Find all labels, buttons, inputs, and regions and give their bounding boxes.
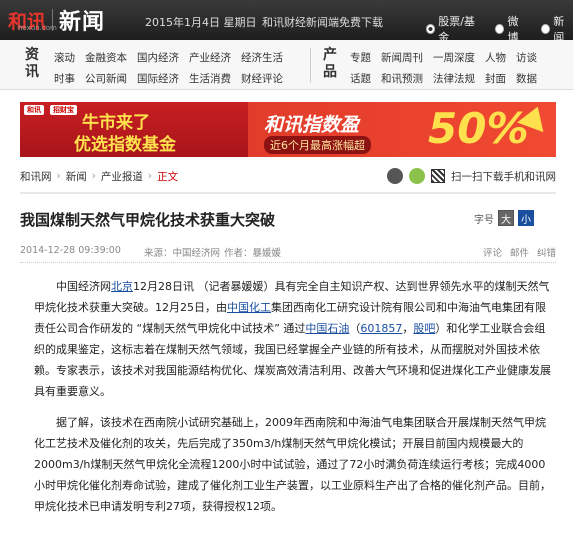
article-title: 我国煤制天然气甲烷化技术获重大突破 bbox=[20, 211, 276, 229]
nav-item[interactable]: 人物 bbox=[485, 50, 506, 65]
keyword-link[interactable]: 中国化工 bbox=[227, 301, 271, 314]
breadcrumb: 和讯网 › 新闻 › 产业报道 › 正文 扫一扫下载手机和讯网 bbox=[20, 168, 556, 184]
nav-item[interactable]: 财经评论 bbox=[241, 71, 283, 86]
source-name[interactable]: 中国经济网 bbox=[173, 248, 221, 259]
nav-item[interactable]: 法律法规 bbox=[433, 71, 475, 86]
author-name: 暴媛媛 bbox=[252, 248, 282, 259]
stock-forum-link[interactable]: 股吧 bbox=[413, 322, 435, 335]
article-actions: 评论 邮件 纠错 bbox=[483, 245, 556, 259]
nav-item[interactable]: 新闻周刊 bbox=[381, 50, 423, 65]
nav-item[interactable]: 话题 bbox=[350, 71, 371, 86]
breadcrumb-item[interactable]: 和讯网 bbox=[20, 169, 52, 184]
nav-item[interactable]: 访谈 bbox=[516, 50, 537, 65]
radio-selected-icon bbox=[426, 24, 436, 34]
nav-item[interactable]: 滚动 bbox=[54, 50, 75, 65]
nav-label-products: 产品 bbox=[323, 47, 337, 80]
keyword-link[interactable]: 北京 bbox=[111, 280, 133, 293]
ad-logo: 和讯 bbox=[24, 105, 44, 115]
mobile-download-label[interactable]: 扫一扫下载手机和讯网 bbox=[451, 169, 556, 184]
ad-title: 和讯指数盈 bbox=[264, 114, 360, 136]
brand-domain: hexun.com bbox=[18, 24, 57, 32]
mobile-app-promo[interactable]: 扫一扫下载手机和讯网 bbox=[387, 168, 556, 184]
qr-code-icon bbox=[431, 169, 445, 183]
report-error-link[interactable]: 纠错 bbox=[537, 245, 556, 259]
nav-item[interactable]: 一周深度 bbox=[433, 50, 475, 65]
channel-nav: 资讯 滚动 金融资本 国内经济 产业经济 经济生活 时事 公司新闻 国际经济 生… bbox=[0, 40, 573, 90]
nav-divider bbox=[310, 48, 311, 82]
stock-code-link[interactable]: 601857 bbox=[360, 322, 402, 335]
radio-icon bbox=[541, 24, 551, 34]
font-size-control: 字号 大 小 bbox=[474, 210, 534, 226]
radio-icon bbox=[495, 24, 505, 34]
article-paragraph: 据了解，该技术在西南院小试研究基础上，2009年西南院和中海油气电集团联合开展煤… bbox=[34, 416, 551, 513]
android-icon[interactable] bbox=[409, 168, 425, 184]
ad-headline-2: 优选指数基金 bbox=[74, 135, 176, 155]
section-name: 新闻 bbox=[59, 9, 106, 35]
nav-item[interactable]: 产业经济 bbox=[189, 50, 231, 65]
current-date: 2015年1月4日 星期日 bbox=[145, 16, 257, 29]
author-label: 作者： bbox=[224, 248, 253, 259]
nav-item[interactable]: 时事 bbox=[54, 71, 75, 86]
article-paragraph: 中国经济网北京12月28日讯 （记者暴媛媛）具有完全自主知识产权、达到世界领先水… bbox=[34, 280, 551, 398]
top-bar: 和讯 新闻 hexun.com 2015年1月4日 星期日 和讯财经新闻端免费下… bbox=[0, 0, 573, 44]
ad-logo: 招财宝 bbox=[50, 105, 77, 115]
breadcrumb-item[interactable]: 新闻 bbox=[66, 169, 87, 184]
apple-icon[interactable] bbox=[387, 168, 403, 184]
author-line: 作者：暴媛媛 bbox=[224, 245, 281, 259]
divider bbox=[20, 192, 556, 194]
font-large-button[interactable]: 大 bbox=[498, 210, 514, 226]
ad-banner[interactable]: 和讯 招财宝 牛市来了 优选指数基金 和讯指数盈 近6个月最高涨幅超 50% bbox=[20, 102, 556, 157]
breadcrumb-item[interactable]: 产业报道 bbox=[101, 169, 143, 184]
font-small-button[interactable]: 小 bbox=[518, 210, 534, 226]
source-label: 来源： bbox=[144, 248, 173, 259]
ad-percent: 50% bbox=[428, 104, 529, 153]
nav-item[interactable]: 国际经济 bbox=[137, 71, 179, 86]
keyword-link[interactable]: 中国石油 bbox=[305, 322, 349, 335]
publish-datetime: 2014-12-28 09:39:00 bbox=[20, 245, 121, 256]
nav-item[interactable]: 数据 bbox=[516, 71, 537, 86]
ad-partner-logos: 和讯 招财宝 bbox=[24, 105, 77, 115]
nav-item[interactable]: 国内经济 bbox=[137, 50, 179, 65]
nav-label-news: 资讯 bbox=[25, 47, 39, 80]
nav-item[interactable]: 金融资本 bbox=[85, 50, 127, 65]
comment-link[interactable]: 评论 bbox=[483, 245, 502, 259]
font-size-label: 字号 bbox=[474, 214, 494, 226]
meta-divider bbox=[20, 262, 556, 263]
article-body: 中国经济网北京12月28日讯 （记者暴媛媛）具有完全自主知识产权、达到世界领先水… bbox=[34, 276, 554, 521]
nav-product-links: 专题 新闻周刊 一周深度 人物 访谈 话题 和讯预测 法律法规 封面 数据 bbox=[350, 50, 537, 86]
breadcrumb-separator: › bbox=[56, 170, 61, 182]
nav-item[interactable]: 经济生活 bbox=[241, 50, 283, 65]
breadcrumb-separator: › bbox=[147, 170, 153, 182]
nav-item[interactable]: 生活消费 bbox=[189, 71, 231, 86]
source-line: 来源：中国经济网 bbox=[144, 245, 220, 259]
nav-item[interactable]: 封面 bbox=[485, 71, 506, 86]
nav-news-links: 滚动 金融资本 国内经济 产业经济 经济生活 时事 公司新闻 国际经济 生活消费… bbox=[54, 50, 283, 86]
ad-subtitle: 近6个月最高涨幅超 bbox=[264, 136, 371, 154]
email-link[interactable]: 邮件 bbox=[510, 245, 529, 259]
nav-item[interactable]: 公司新闻 bbox=[85, 71, 127, 86]
ad-banner-left: 和讯 招财宝 牛市来了 优选指数基金 bbox=[20, 102, 248, 157]
app-download-link[interactable]: 和讯财经新闻端免费下载 bbox=[262, 14, 383, 30]
nav-item[interactable]: 和讯预测 bbox=[381, 71, 423, 86]
breadcrumb-current: 正文 bbox=[157, 170, 179, 183]
nav-item[interactable]: 专题 bbox=[350, 50, 371, 65]
breadcrumb-separator: › bbox=[91, 170, 96, 182]
